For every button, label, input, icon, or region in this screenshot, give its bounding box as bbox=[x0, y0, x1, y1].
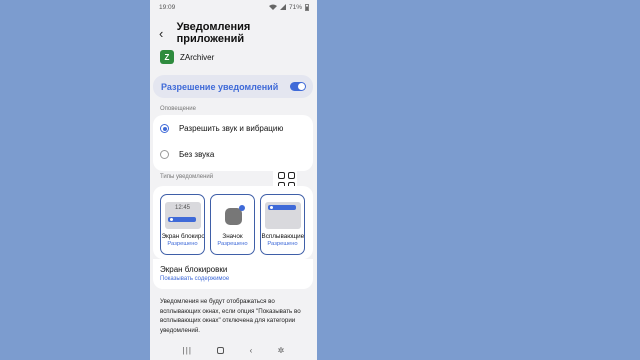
popup-notification-bar bbox=[267, 205, 296, 210]
tile-lock-screen[interactable]: 12:45 Экран блокировки Разрешено bbox=[160, 194, 205, 255]
status-time: 19:09 bbox=[159, 3, 176, 11]
page-title: Уведомления приложений bbox=[176, 21, 251, 45]
alerts-section-label: Оповещение bbox=[160, 106, 196, 112]
types-section-label: Типы уведомлений bbox=[160, 174, 214, 180]
home-icon[interactable] bbox=[217, 346, 225, 354]
lock-screen-subtitle: Показывать содержимое bbox=[160, 276, 230, 282]
alert-option-sound[interactable]: Разрешить звук и вибрацию bbox=[160, 124, 283, 133]
back-arrow-icon[interactable]: ‹ bbox=[159, 27, 173, 40]
alert-option-label: Без звука bbox=[179, 150, 215, 159]
alert-option-silent[interactable]: Без звука bbox=[160, 150, 214, 159]
badge-preview bbox=[214, 202, 251, 229]
phone-screen: 19:09 71% ‹ Уведомления приложений Z ZAr… bbox=[150, 0, 317, 360]
tile-popup[interactable]: Всплывающие Разрешено bbox=[260, 194, 305, 255]
lock-screen-preview: 12:45 bbox=[164, 202, 201, 229]
allow-notifications-label: Разрешение уведомлений bbox=[161, 81, 279, 92]
radio-button-unchecked[interactable] bbox=[160, 150, 169, 159]
tile-status: Разрешено bbox=[167, 241, 198, 247]
tile-name: Значок bbox=[222, 233, 243, 240]
tile-name: Экран блокировки bbox=[161, 233, 204, 240]
tile-badge[interactable]: Значок Разрешено bbox=[210, 194, 255, 255]
status-icons: 71% bbox=[268, 3, 309, 11]
tile-name: Всплывающие bbox=[261, 233, 304, 240]
signal-icon bbox=[279, 4, 286, 10]
lock-screen-setting[interactable]: Экран блокировки Показывать содержимое bbox=[160, 265, 229, 282]
alerts-card: Разрешить звук и вибрацию Без звука bbox=[153, 115, 313, 171]
allow-notifications-toggle[interactable] bbox=[290, 82, 306, 91]
alert-option-label: Разрешить звук и вибрацию bbox=[179, 124, 284, 133]
badge-dot-icon bbox=[238, 205, 245, 211]
accessibility-icon[interactable]: ✲ bbox=[278, 346, 285, 355]
app-row: Z ZArchiver bbox=[160, 50, 214, 64]
tile-status: Разрешено bbox=[217, 241, 248, 247]
lock-screen-title: Экран блокировки bbox=[160, 265, 228, 274]
preview-time: 12:45 bbox=[174, 205, 190, 211]
wifi-icon bbox=[268, 4, 277, 10]
tile-status: Разрешено bbox=[267, 241, 298, 247]
popup-preview bbox=[264, 202, 301, 229]
preview-notification-bar bbox=[167, 217, 196, 222]
nav-back-icon[interactable]: ‹ bbox=[250, 346, 253, 355]
recent-apps-icon[interactable]: ||| bbox=[183, 346, 192, 355]
battery-icon bbox=[305, 3, 309, 11]
info-note: Уведомления не будут отображаться во всп… bbox=[160, 298, 301, 334]
top-bar: ‹ Уведомления приложений bbox=[150, 21, 317, 45]
radio-button-checked[interactable] bbox=[160, 124, 169, 133]
zarchiver-logo-icon: Z bbox=[160, 50, 174, 64]
navigation-bar: ||| ‹ ✲ bbox=[150, 340, 317, 360]
allow-notifications-row[interactable]: Разрешение уведомлений bbox=[153, 75, 313, 98]
app-icon-square bbox=[224, 208, 242, 225]
battery-text: 71% bbox=[288, 3, 302, 11]
app-name: ZArchiver bbox=[180, 52, 215, 62]
status-bar: 19:09 71% bbox=[150, 0, 317, 14]
